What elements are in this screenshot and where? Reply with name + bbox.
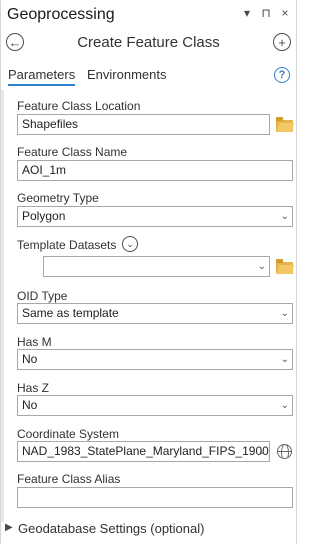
feature-class-location-label: Feature Class Location bbox=[17, 99, 141, 113]
oid-type-select[interactable]: Same as template ⌄ bbox=[17, 303, 293, 324]
geometry-type-select[interactable]: Polygon ⌄ bbox=[17, 206, 293, 227]
folder-icon[interactable] bbox=[276, 117, 293, 132]
feature-class-name-label: Feature Class Name bbox=[17, 145, 128, 159]
chevron-down-icon: ⌄ bbox=[280, 400, 289, 411]
pin-icon[interactable]: ⊓ bbox=[261, 6, 271, 20]
tool-title: Create Feature Class bbox=[77, 34, 220, 51]
geometry-type-label: Geometry Type bbox=[17, 191, 99, 205]
add-icon[interactable]: + bbox=[273, 33, 291, 51]
geometry-type-value: Polygon bbox=[22, 209, 66, 223]
chevron-down-icon: ⌄ bbox=[280, 211, 289, 222]
feature-class-alias-label: Feature Class Alias bbox=[17, 472, 121, 486]
tool-header: ← Create Feature Class + bbox=[1, 30, 296, 56]
template-datasets-label: Template Datasets bbox=[17, 238, 117, 252]
tab-parameters[interactable]: Parameters bbox=[8, 67, 76, 86]
feature-class-alias-input[interactable] bbox=[17, 487, 293, 508]
tab-bar: Parameters Environments ? bbox=[1, 63, 296, 89]
has-m-value: No bbox=[22, 352, 38, 366]
coordinate-system-select[interactable]: NAD_1983_StatePlane_Maryland_FIPS_1900_ … bbox=[17, 441, 270, 462]
has-z-label: Has Z bbox=[17, 381, 50, 395]
feature-class-name-input[interactable]: AOI_1m bbox=[17, 160, 293, 181]
pane-header: Geoprocessing ▾ ⊓ × bbox=[1, 0, 296, 30]
globe-icon[interactable] bbox=[277, 444, 292, 459]
pane-controls: ▾ ⊓ × bbox=[242, 6, 290, 20]
has-z-select[interactable]: No ⌄ bbox=[17, 395, 293, 416]
expand-arrow-icon[interactable]: ▶ bbox=[5, 522, 13, 533]
folder-icon[interactable] bbox=[276, 259, 293, 274]
parameters-panel: Feature Class Location Shapefiles Featur… bbox=[1, 90, 296, 522]
close-icon[interactable]: × bbox=[280, 6, 290, 20]
tab-environments[interactable]: Environments bbox=[87, 67, 166, 82]
feature-class-location-input[interactable]: Shapefiles bbox=[17, 114, 270, 135]
template-datasets-select[interactable]: ⌄ bbox=[43, 256, 270, 277]
chevron-down-icon: ⌄ bbox=[280, 308, 289, 319]
has-z-value: No bbox=[22, 398, 38, 412]
has-m-label: Has M bbox=[17, 335, 52, 349]
geodatabase-settings-label[interactable]: Geodatabase Settings (optional) bbox=[18, 521, 204, 536]
oid-type-value: Same as template bbox=[22, 306, 119, 320]
chevron-down-icon: ⌄ bbox=[257, 446, 266, 457]
help-icon[interactable]: ? bbox=[274, 67, 290, 83]
coordinate-system-label: Coordinate System bbox=[17, 427, 120, 441]
chevron-down-icon: ⌄ bbox=[257, 261, 266, 272]
has-m-select[interactable]: No ⌄ bbox=[17, 349, 293, 370]
pane-title: Geoprocessing bbox=[7, 6, 115, 23]
oid-type-label: OID Type bbox=[17, 289, 68, 303]
pane-options-icon[interactable]: ▾ bbox=[242, 6, 252, 20]
chevron-down-icon: ⌄ bbox=[280, 354, 289, 365]
coordinate-system-value: NAD_1983_StatePlane_Maryland_FIPS_1900_ bbox=[22, 444, 270, 458]
chevron-down-circle-icon[interactable]: ⌄ bbox=[122, 236, 138, 252]
geodatabase-settings-section[interactable]: ▶ Geodatabase Settings (optional) bbox=[1, 520, 296, 540]
